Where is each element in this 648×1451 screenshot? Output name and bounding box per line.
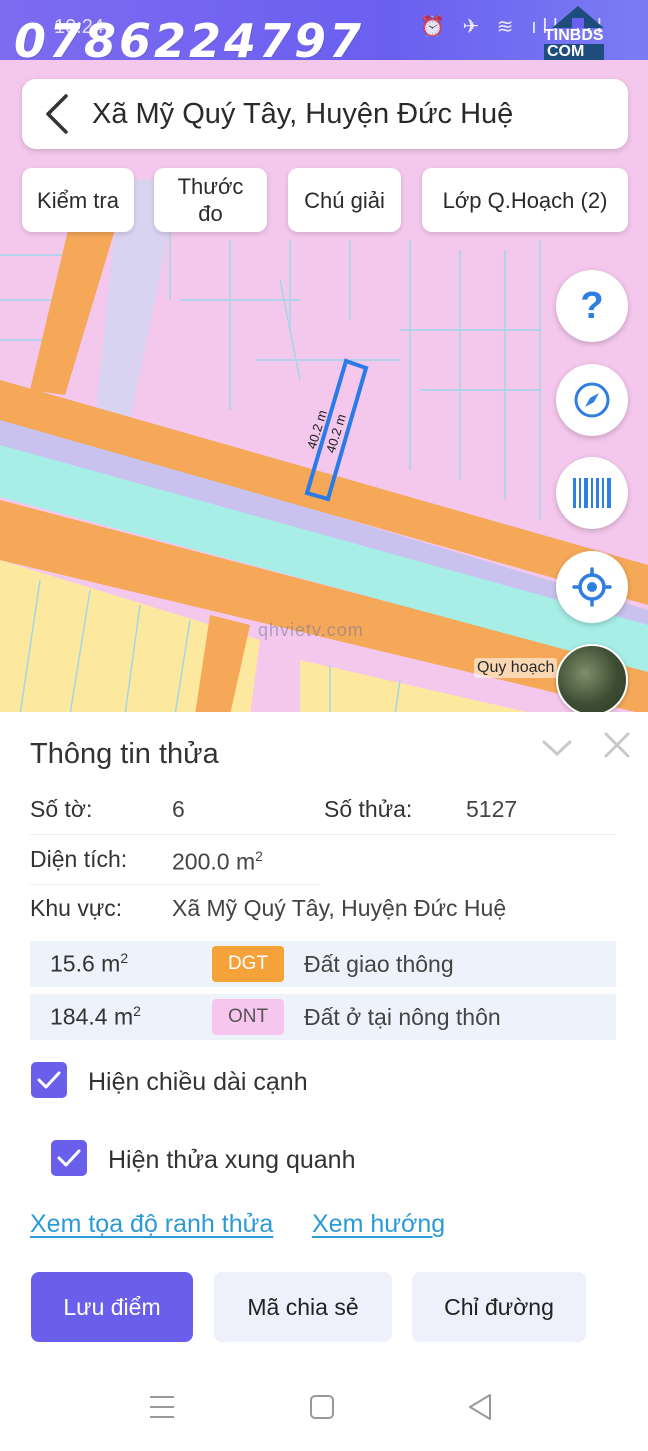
ruler-button[interactable]: Thước đo <box>154 168 267 232</box>
sheet-label: Số tờ: <box>30 796 93 822</box>
parcel-value: 5127 <box>466 796 518 822</box>
show-edge-length-label[interactable]: Hiện chiều dài cạnh <box>88 1068 308 1097</box>
back-button[interactable] <box>22 79 92 149</box>
panel-title: Thông tin thửa <box>30 738 219 770</box>
brand-suffix: COM <box>544 44 604 60</box>
land-use-area-number: 15.6 m <box>50 950 121 977</box>
check-button[interactable]: Kiểm tra <box>22 168 134 232</box>
ruler-label-line2: đo <box>198 201 223 226</box>
area-unit-sup: 2 <box>255 848 263 864</box>
phone-number-watermark: 0786224797 <box>14 14 365 68</box>
crosshair-icon <box>572 567 612 607</box>
parcel-info-panel: Thông tin thửa Số tờ: 6 Số thửa: 5127 Di… <box>0 712 648 1451</box>
save-point-button[interactable]: Lưu điểm <box>31 1272 193 1342</box>
home-icon[interactable] <box>308 1392 336 1422</box>
checkmark-icon <box>37 1071 61 1089</box>
area-label: Diện tích: <box>30 846 128 872</box>
chevron-down-icon[interactable] <box>540 730 574 764</box>
area-number: 200.0 m <box>172 848 256 875</box>
checkmark-icon <box>57 1149 81 1167</box>
land-use-code-badge: DGT <box>212 946 284 982</box>
area-value: 200.0 m2 <box>172 848 263 876</box>
divider <box>30 884 320 885</box>
parcel-label: Số thửa: <box>324 796 413 822</box>
land-use-description: Đất giao thông <box>304 950 454 977</box>
help-button[interactable]: ? <box>556 270 628 342</box>
legend-button[interactable]: Chú giải <box>288 168 401 232</box>
land-use-area-sup: 2 <box>120 950 129 967</box>
brand-logo: TINBDS COM <box>540 4 640 62</box>
ruler-label-line1: Thước <box>177 174 244 199</box>
map-view[interactable]: 40.2 m 40.2 m qhvietv.com 10:24 ⏰ ✈ ≋ ıl… <box>0 0 648 715</box>
location-title: Xã Mỹ Quý Tây, Huyện Đức Huệ <box>92 97 514 130</box>
show-neighbors-label[interactable]: Hiện thửa xung quanh <box>108 1146 355 1175</box>
land-use-row: 184.4 m2 ONT Đất ở tại nông thôn <box>30 994 616 1040</box>
satellite-layer-toggle[interactable] <box>556 644 628 715</box>
land-use-area: 15.6 m2 <box>50 950 128 978</box>
show-edge-length-checkbox[interactable] <box>31 1062 67 1098</box>
region-label: Khu vực: <box>30 895 123 921</box>
sheet-value: 6 <box>172 796 185 822</box>
barcode-icon <box>573 478 611 508</box>
land-use-area-sup: 2 <box>133 1003 141 1020</box>
status-bar: 10:24 ⏰ ✈ ≋ ıll ıll 0786224797 TINBDS CO… <box>0 0 648 68</box>
divider <box>30 834 616 835</box>
share-code-button[interactable]: Mã chia sẻ <box>214 1272 392 1342</box>
planning-layer-button[interactable]: Lớp Q.Hoạch (2) <box>422 168 628 232</box>
location-bar[interactable]: Xã Mỹ Quý Tây, Huyện Đức Huệ <box>22 79 628 149</box>
close-icon[interactable] <box>600 728 634 762</box>
barcode-button[interactable] <box>556 457 628 529</box>
show-neighbors-checkbox[interactable] <box>51 1140 87 1176</box>
question-icon: ? <box>580 284 604 327</box>
recent-apps-icon[interactable] <box>148 1392 176 1422</box>
compass-icon <box>574 382 610 418</box>
planning-layer-label: Quy hoạch <box>474 658 558 678</box>
land-use-description: Đất ở tại nông thôn <box>304 1003 501 1030</box>
land-use-area: 184.4 m2 <box>50 1003 141 1031</box>
back-nav-icon[interactable] <box>466 1392 494 1422</box>
system-nav-bar <box>0 1380 648 1440</box>
land-use-code-badge: ONT <box>212 999 284 1035</box>
land-use-area-number: 184.4 m <box>50 1003 134 1030</box>
brand-name: TINBDS <box>544 27 604 44</box>
land-use-row: 15.6 m2 DGT Đất giao thông <box>30 941 616 987</box>
view-direction-link[interactable]: Xem hướng <box>312 1210 445 1239</box>
view-coordinates-link[interactable]: Xem tọa độ ranh thửa <box>30 1210 273 1239</box>
compass-button[interactable] <box>556 364 628 436</box>
directions-button[interactable]: Chỉ đường <box>412 1272 586 1342</box>
region-value: Xã Mỹ Quý Tây, Huyện Đức Huệ <box>172 895 507 921</box>
chevron-left-icon <box>46 94 68 134</box>
map-watermark: qhvietv.com <box>258 620 364 640</box>
my-location-button[interactable] <box>556 551 628 623</box>
